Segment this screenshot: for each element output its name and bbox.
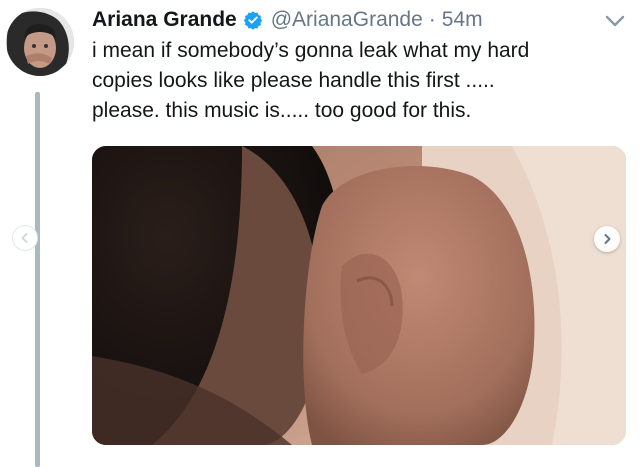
chevron-right-icon[interactable] (594, 226, 620, 252)
chevron-down-icon[interactable] (604, 12, 626, 30)
photo-image (92, 146, 626, 445)
tweet-text-line: i mean if somebody’s gonna leak what my … (92, 39, 530, 62)
tweet-text: i mean if somebody’s gonna leak what my … (92, 36, 627, 126)
thread-connector-line (35, 92, 40, 467)
author-name[interactable]: Ariana Grande (92, 8, 237, 32)
verified-badge-icon (243, 10, 263, 30)
avatar-image (6, 8, 74, 76)
tweet-media-photo[interactable] (92, 146, 626, 445)
separator-dot: · (428, 8, 436, 31)
tweet-header: Ariana Grande @ArianaGrande · 54m (92, 4, 483, 36)
author-handle[interactable]: @ArianaGrande (271, 8, 423, 32)
chevron-left-icon[interactable] (12, 225, 38, 251)
tweet-text-line: please. this music is..... too good for … (92, 99, 472, 122)
tweet-text-line: copies looks like please handle this fir… (92, 69, 495, 92)
avatar[interactable] (6, 8, 74, 76)
tweet-timestamp[interactable]: 54m (442, 8, 483, 32)
